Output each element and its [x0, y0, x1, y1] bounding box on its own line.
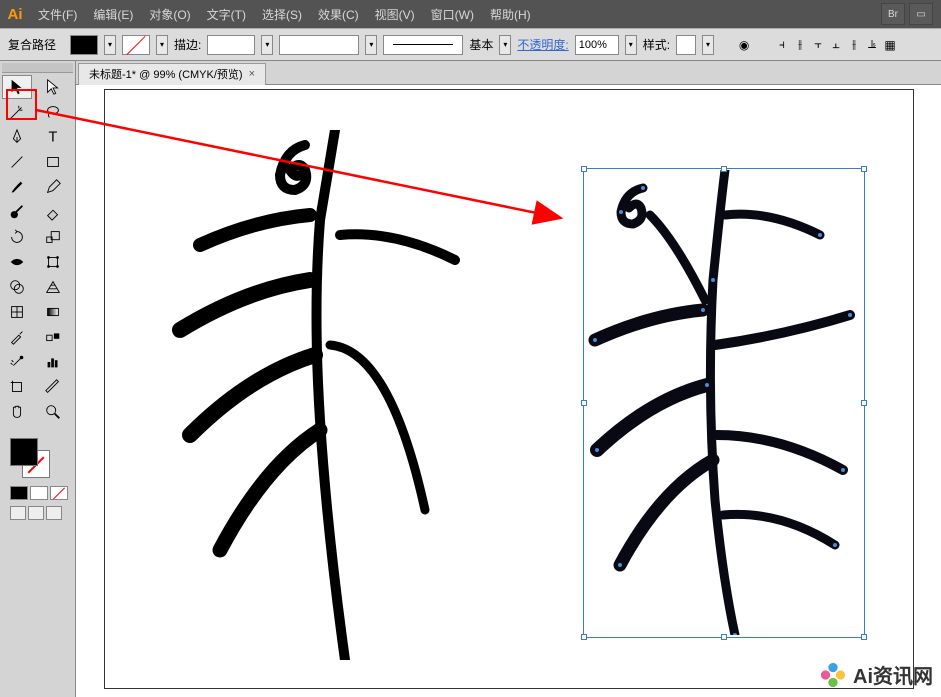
menubar-right: Br ▭: [881, 3, 941, 25]
eraser-tool[interactable]: [38, 200, 68, 224]
column-graph-tool[interactable]: [38, 350, 68, 374]
document-area: 未标题-1* @ 99% (CMYK/预览) ×: [76, 61, 941, 697]
blob-brush-tool[interactable]: [2, 200, 32, 224]
workspace: T: [0, 61, 941, 697]
type-tool[interactable]: T: [38, 125, 68, 149]
selection-tool[interactable]: [2, 75, 32, 99]
rotate-tool[interactable]: [2, 225, 32, 249]
stroke-weight-input[interactable]: [207, 35, 255, 55]
align-icons: ⫞ ⫲ ⫟ ⫠ ⫲ ⫡ ▦: [774, 36, 898, 54]
paintbrush-tool[interactable]: [2, 175, 32, 199]
menu-window[interactable]: 窗口(W): [423, 0, 482, 28]
fill-stroke-indicator[interactable]: [10, 438, 50, 478]
hand-tool[interactable]: [2, 400, 32, 424]
svg-text:T: T: [49, 130, 58, 146]
transform-panel-icon[interactable]: ▦: [882, 36, 898, 54]
bridge-button[interactable]: Br: [881, 3, 905, 25]
menu-view[interactable]: 视图(V): [367, 0, 423, 28]
magic-wand-tool[interactable]: [2, 100, 32, 124]
align-left-icon[interactable]: ⫞: [774, 36, 790, 54]
draw-behind-icon[interactable]: [28, 506, 44, 520]
artboard: [104, 89, 914, 689]
stroke-weight-dropdown[interactable]: ▾: [261, 35, 273, 55]
symbol-sprayer-tool[interactable]: [2, 350, 32, 374]
menu-effect[interactable]: 效果(C): [310, 0, 367, 28]
menu-edit[interactable]: 编辑(E): [85, 0, 141, 28]
stroke-dropdown[interactable]: ▾: [156, 35, 168, 55]
stroke-profile-input[interactable]: [279, 35, 359, 55]
artwork-plant-left: [145, 130, 465, 660]
style-label: 样式:: [643, 36, 670, 53]
width-tool[interactable]: [2, 250, 32, 274]
graphic-style-swatch[interactable]: [676, 35, 696, 55]
align-top-icon[interactable]: ⫠: [828, 36, 844, 54]
artwork-plant-right[interactable]: [575, 170, 855, 635]
toolbar: T: [0, 61, 76, 697]
zoom-tool[interactable]: [38, 400, 68, 424]
opacity-label[interactable]: 不透明度:: [517, 36, 568, 53]
fill-color-box[interactable]: [10, 438, 38, 466]
perspective-grid-tool[interactable]: [38, 275, 68, 299]
menubar: Ai 文件(F) 编辑(E) 对象(O) 文字(T) 选择(S) 效果(C) 视…: [0, 0, 941, 28]
tab-strip: 未标题-1* @ 99% (CMYK/预览) ×: [76, 61, 941, 85]
pen-tool[interactable]: [2, 125, 32, 149]
control-bar: 复合路径 ▾ ▾ 描边: ▾ ▾ 基本 ▾ 不透明度: 100% ▾ 样式: ▾…: [0, 28, 941, 61]
align-right-icon[interactable]: ⫟: [810, 36, 826, 54]
brush-definition[interactable]: [383, 35, 463, 55]
pencil-tool[interactable]: [38, 175, 68, 199]
color-mode-solid[interactable]: [10, 486, 28, 500]
app-logo: Ai: [0, 0, 30, 28]
free-transform-tool[interactable]: [38, 250, 68, 274]
blend-tool[interactable]: [38, 325, 68, 349]
eyedropper-tool[interactable]: [2, 325, 32, 349]
selection-type-label: 复合路径: [8, 36, 56, 53]
draw-inside-icon[interactable]: [46, 506, 62, 520]
mesh-tool[interactable]: [2, 300, 32, 324]
gradient-tool[interactable]: [38, 300, 68, 324]
canvas[interactable]: [104, 89, 941, 697]
document-tab-close[interactable]: ×: [249, 68, 255, 80]
fill-dropdown[interactable]: ▾: [104, 35, 116, 55]
menu-help[interactable]: 帮助(H): [482, 0, 539, 28]
scale-tool[interactable]: [38, 225, 68, 249]
line-tool[interactable]: [2, 150, 32, 174]
brush-dropdown[interactable]: ▾: [499, 35, 511, 55]
recolor-artwork-icon[interactable]: ◉: [736, 36, 752, 54]
watermark: Ai资讯网: [819, 660, 933, 689]
draw-normal-icon[interactable]: [10, 506, 26, 520]
brush-label: 基本: [469, 36, 493, 53]
color-mode-gradient[interactable]: [30, 486, 48, 500]
document-tab[interactable]: 未标题-1* @ 99% (CMYK/预览) ×: [78, 63, 266, 85]
watermark-text: Ai资讯网: [853, 660, 933, 689]
rectangle-tool[interactable]: [38, 150, 68, 174]
stroke-weight-label: 描边:: [174, 36, 201, 53]
stroke-swatch[interactable]: [122, 35, 150, 55]
align-vcenter-icon[interactable]: ⫲: [846, 36, 862, 54]
fill-swatch[interactable]: [70, 35, 98, 55]
color-section: [2, 434, 73, 524]
lasso-tool[interactable]: [38, 100, 68, 124]
flower-icon: [819, 661, 847, 689]
opacity-input[interactable]: 100%: [575, 35, 619, 55]
menu-object[interactable]: 对象(O): [141, 0, 198, 28]
opacity-dropdown[interactable]: ▾: [625, 35, 637, 55]
arrange-button[interactable]: ▭: [909, 3, 933, 25]
toolbar-tab[interactable]: [2, 63, 73, 73]
stroke-profile-dropdown[interactable]: ▾: [365, 35, 377, 55]
style-dropdown[interactable]: ▾: [702, 35, 714, 55]
artboard-tool[interactable]: [2, 375, 32, 399]
direct-selection-tool[interactable]: [38, 75, 68, 99]
menu-file[interactable]: 文件(F): [30, 0, 85, 28]
shape-builder-tool[interactable]: [2, 275, 32, 299]
align-hcenter-icon[interactable]: ⫲: [792, 36, 808, 54]
align-bottom-icon[interactable]: ⫡: [864, 36, 880, 54]
menu-select[interactable]: 选择(S): [254, 0, 310, 28]
color-mode-none[interactable]: [50, 486, 68, 500]
menu-type[interactable]: 文字(T): [199, 0, 254, 28]
slice-tool[interactable]: [38, 375, 68, 399]
document-tab-title: 未标题-1* @ 99% (CMYK/预览): [89, 66, 243, 82]
